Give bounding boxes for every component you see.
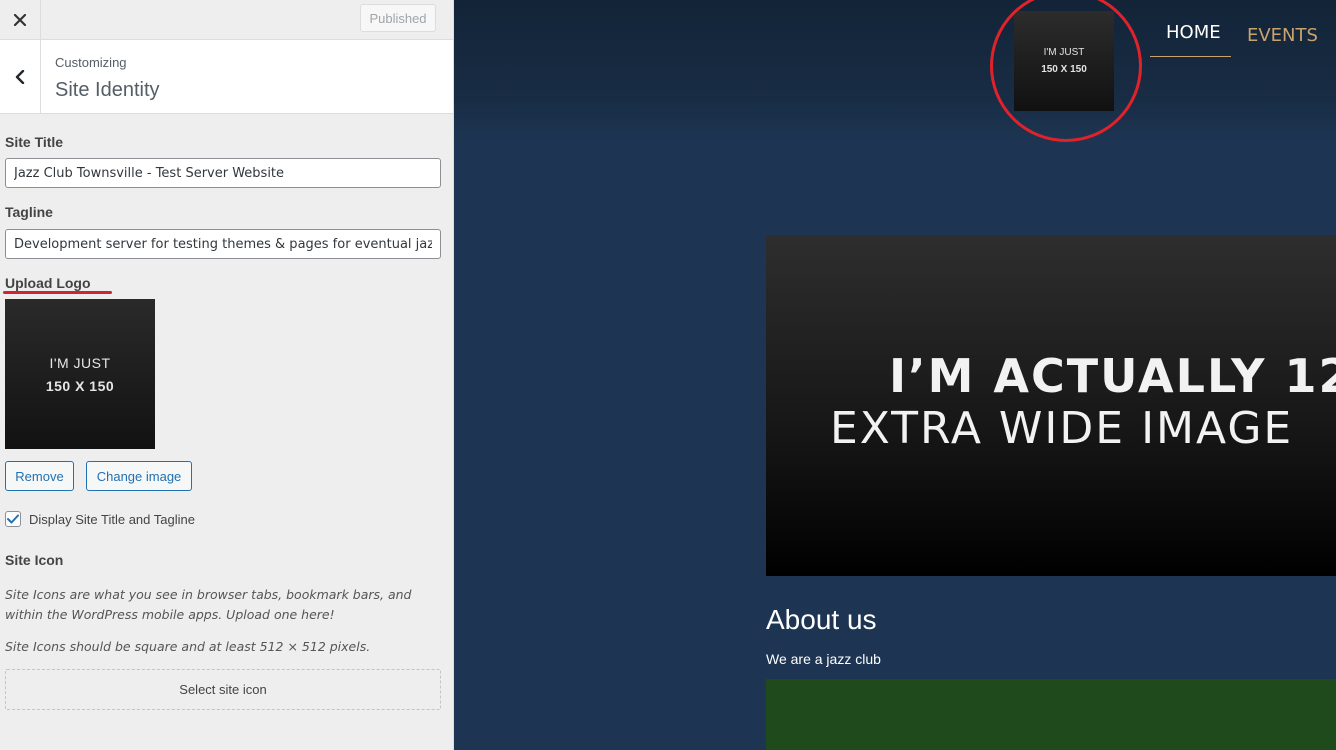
- site-icon-description: Site Icons are what you see in browser t…: [5, 587, 412, 622]
- customizer-topbar: Published: [0, 0, 453, 40]
- site-preview: I'M JUST 150 X 150 HOME EVENTS I’M ACTUA…: [454, 0, 1336, 750]
- hero-text-line1: I’M ACTUALLY 1200: [889, 349, 1336, 403]
- published-button[interactable]: Published: [360, 4, 436, 32]
- logo-image-text-line2: 150 X 150: [45, 377, 115, 394]
- display-title-tagline-row: Display Site Title and Tagline: [5, 511, 195, 527]
- display-title-tagline-label: Display Site Title and Tagline: [29, 511, 195, 527]
- about-text: We are a jazz club: [766, 651, 881, 667]
- select-site-icon-button[interactable]: Select site icon: [5, 669, 441, 710]
- change-image-button[interactable]: Change image: [86, 461, 192, 491]
- close-icon: [14, 13, 26, 26]
- hero-text-line2: EXTRA WIDE IMAGE: [830, 403, 1294, 454]
- customizer-sidebar: Published Customizing Site Identity Site…: [0, 0, 454, 750]
- nav-active-underline: [1150, 56, 1231, 57]
- checkmark-icon: [7, 514, 19, 524]
- section-header: Customizing Site Identity: [0, 40, 453, 114]
- hero-image: I’M ACTUALLY 1200 EXTRA WIDE IMAGE: [766, 235, 1336, 576]
- nav-home-link[interactable]: HOME: [1166, 22, 1221, 43]
- red-underline-annotation: [3, 291, 112, 294]
- tagline-label: Tagline: [5, 204, 53, 220]
- upload-logo-label: Upload Logo: [5, 275, 91, 291]
- site-title-label: Site Title: [5, 134, 64, 150]
- close-customizer-button[interactable]: [0, 0, 41, 39]
- site-icon-size-note: Site Icons should be square and at least…: [5, 639, 371, 654]
- remove-logo-button[interactable]: Remove: [5, 461, 74, 491]
- back-button[interactable]: [0, 40, 41, 113]
- display-title-tagline-checkbox[interactable]: [5, 511, 21, 527]
- about-heading: About us: [766, 604, 877, 635]
- red-circle-annotation: [990, 0, 1142, 142]
- logo-image-text-line1: I'M JUST: [49, 354, 111, 371]
- site-header: I'M JUST 150 X 150 HOME EVENTS: [454, 0, 1336, 142]
- green-content-block: [766, 679, 1336, 750]
- breadcrumb: Customizing: [55, 55, 127, 70]
- logo-preview-image[interactable]: I'M JUST 150 X 150: [5, 299, 155, 449]
- chevron-left-icon: [15, 69, 25, 84]
- site-icon-label: Site Icon: [5, 552, 64, 568]
- nav-events-link[interactable]: EVENTS: [1247, 25, 1318, 46]
- site-title-input[interactable]: [5, 158, 441, 188]
- section-title: Site Identity: [55, 79, 160, 101]
- tagline-input[interactable]: [5, 229, 441, 259]
